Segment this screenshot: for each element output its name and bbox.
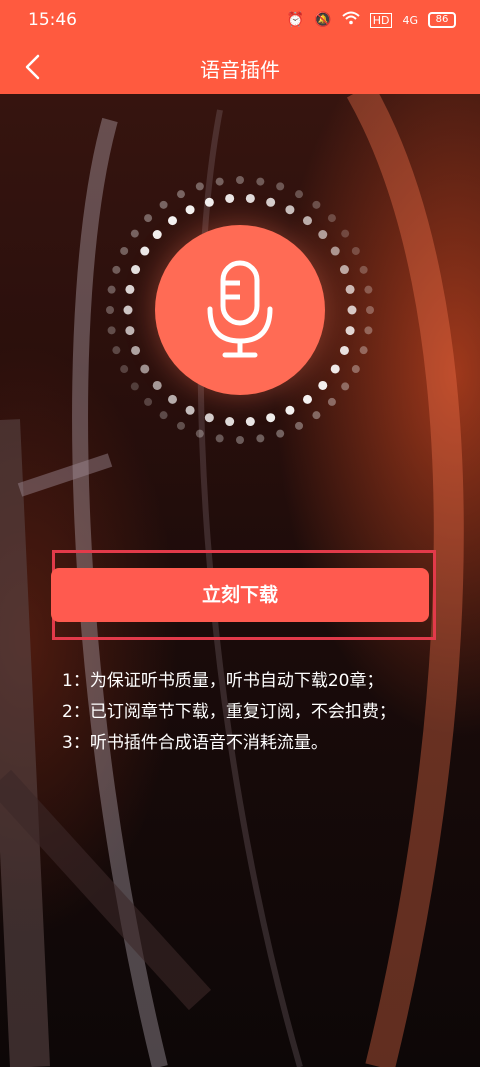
alarm-icon: ⏰ (286, 12, 305, 28)
ring-dot (347, 305, 357, 315)
ring-dot (176, 190, 185, 199)
mic-circle (155, 225, 325, 395)
ring-dot (125, 284, 135, 294)
ring-dot (225, 417, 235, 427)
ring-dot (140, 364, 150, 374)
status-bar: 15:46 ⏰ 🔕 HD 4G 86 (0, 0, 480, 40)
ring-dot (339, 345, 349, 355)
ring-dot (285, 405, 295, 415)
ring-dot (168, 394, 178, 404)
ring-dot (266, 413, 276, 423)
status-time: 15:46 (28, 10, 77, 30)
note-item: 2：已订阅章节下载，重复订阅，不会扣费； (62, 702, 396, 722)
page-title: 语音插件 (200, 58, 280, 82)
ring-dot (327, 397, 336, 406)
ring-dot (131, 345, 141, 355)
ring-dot (120, 365, 129, 374)
ring-dot (144, 397, 153, 406)
ring-dot (185, 405, 195, 415)
ring-dot (366, 306, 374, 314)
ring-dot (345, 326, 355, 336)
ring-dot (107, 326, 116, 335)
ring-dot (176, 421, 185, 430)
ring-dot (144, 214, 153, 223)
ring-dot (159, 200, 168, 209)
ring-dot (185, 205, 195, 215)
ring-dot (302, 394, 312, 404)
notes-list: 1：为保证听书质量，听书自动下载20章； 2：已订阅章节下载，重复订阅，不会扣费… (62, 666, 396, 759)
ring-dot (140, 246, 150, 256)
ring-dot (236, 176, 244, 184)
ring-dot (276, 182, 285, 191)
ring-dot (107, 285, 116, 294)
wifi-icon (342, 11, 360, 29)
download-now-button[interactable]: 立刻下载 (51, 568, 429, 622)
ring-dot (341, 382, 350, 391)
ring-dot (330, 364, 340, 374)
ring-dot (236, 436, 244, 444)
ring-dot (256, 177, 265, 186)
ring-dot (168, 216, 178, 226)
ring-dot (341, 229, 350, 238)
signal-badge: 4G (402, 13, 418, 27)
ring-dot (130, 229, 139, 238)
ring-dot (120, 246, 129, 255)
ring-dot (295, 421, 304, 430)
ring-dot (112, 265, 121, 274)
ring-dot (112, 346, 121, 355)
ring-dot (131, 265, 141, 275)
voice-visual (90, 160, 390, 460)
ring-dot (256, 434, 265, 443)
ring-dot (359, 265, 368, 274)
ring-dot (204, 413, 214, 423)
ring-dot (215, 434, 224, 443)
ring-dot (302, 216, 312, 226)
microphone-icon (207, 260, 273, 358)
ring-dot (339, 265, 349, 275)
ring-dot (159, 411, 168, 420)
ring-dot (225, 193, 235, 203)
ring-dot (364, 285, 373, 294)
ring-dot (330, 246, 340, 256)
ring-dot (215, 177, 224, 186)
ring-dot (245, 417, 255, 427)
ring-dot (295, 190, 304, 199)
ring-dot (312, 411, 321, 420)
ring-dot (204, 197, 214, 207)
voice-plugin-screen: 15:46 ⏰ 🔕 HD 4G 86 语音插件 立刻下载 1：为保证听书质量，听… (0, 0, 480, 1067)
ring-dot (125, 326, 135, 336)
mute-icon: 🔕 (314, 12, 332, 28)
ring-dot (351, 365, 360, 374)
ring-dot (327, 214, 336, 223)
status-icons: ⏰ 🔕 HD 4G 86 (287, 11, 456, 29)
title-bar: 语音插件 (0, 40, 480, 94)
ring-dot (359, 346, 368, 355)
ring-dot (285, 205, 295, 215)
ring-dot (195, 182, 204, 191)
ring-dot (266, 197, 276, 207)
note-item: 1：为保证听书质量，听书自动下载20章； (62, 671, 384, 691)
ring-dot (364, 326, 373, 335)
ring-dot (245, 193, 255, 203)
ring-dot (195, 429, 204, 438)
hd-badge: HD (369, 12, 393, 28)
ring-dot (351, 246, 360, 255)
ring-dot (130, 382, 139, 391)
ring-dot (312, 200, 321, 209)
ring-dot (276, 429, 285, 438)
ring-dot (123, 305, 133, 315)
note-item: 3：听书插件合成语音不消耗流量。 (62, 733, 328, 753)
ring-dot (106, 306, 114, 314)
battery-icon: 86 (428, 12, 456, 28)
ring-dot (345, 284, 355, 294)
